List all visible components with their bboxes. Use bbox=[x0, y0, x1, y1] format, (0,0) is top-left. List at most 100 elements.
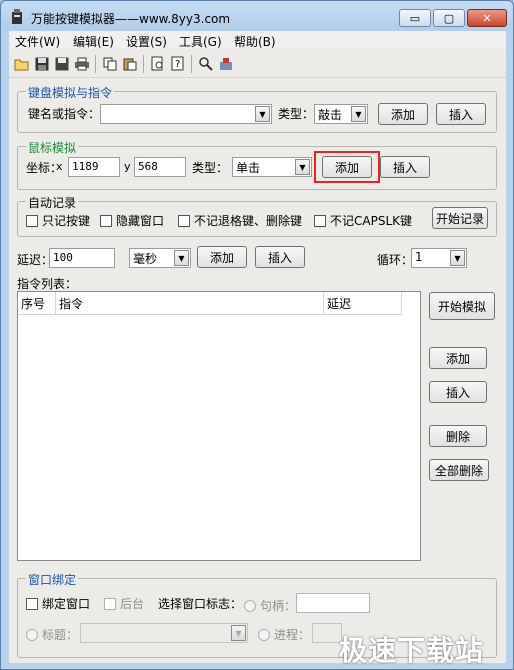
key-name-combo[interactable]: ▼ bbox=[100, 104, 272, 124]
only-keys-checkbox[interactable]: 只记按键 bbox=[26, 212, 90, 229]
select-flag-label: 选择窗口标志： bbox=[158, 597, 243, 611]
chevron-down-icon: ▼ bbox=[351, 106, 366, 122]
maximize-icon: ▢ bbox=[443, 11, 455, 25]
mouse-type-select[interactable]: 单击 ▼ bbox=[232, 157, 312, 177]
menu-edit[interactable]: 编辑(E) bbox=[73, 33, 114, 50]
key-add-button[interactable]: 添加 bbox=[378, 103, 428, 125]
column-header-delay[interactable]: 延迟 bbox=[324, 292, 402, 314]
watermark: 极速下载站 bbox=[339, 634, 485, 667]
loop-select[interactable]: 1 ▼ bbox=[411, 248, 467, 268]
chevron-down-icon: ▼ bbox=[255, 106, 270, 122]
save-as-icon[interactable] bbox=[53, 55, 71, 73]
toolbar-separator bbox=[191, 55, 192, 73]
hide-window-label: 隐藏窗口 bbox=[116, 214, 165, 228]
open-folder-icon[interactable] bbox=[13, 55, 31, 73]
handle-label: 句柄： bbox=[260, 599, 297, 613]
delay-input[interactable]: 100 bbox=[49, 248, 115, 268]
radio-circle bbox=[26, 628, 38, 641]
search-icon[interactable] bbox=[197, 55, 215, 73]
list-delete-button[interactable]: 删除 bbox=[429, 425, 487, 447]
chevron-down-icon: ▼ bbox=[450, 250, 465, 266]
title-bar[interactable]: 万能按键模拟器——www.8yy3.com ▭ ▢ ✕ bbox=[1, 1, 513, 33]
key-insert-button[interactable]: 插入 bbox=[436, 103, 486, 125]
process-radio[interactable]: 进程： bbox=[258, 626, 310, 643]
title-select[interactable]: ▼ bbox=[80, 623, 248, 643]
y-label: y bbox=[124, 160, 131, 173]
handle-radio[interactable]: 句柄： bbox=[244, 597, 296, 614]
key-name-label: 键名或指令： bbox=[28, 107, 101, 121]
help-icon[interactable]: ? bbox=[169, 55, 187, 73]
list-add-button[interactable]: 添加 bbox=[429, 347, 487, 369]
loop-value: 1 bbox=[415, 250, 423, 264]
mouse-group: 鼠标模拟 坐标： x 1189 y 568 类型： 单击 ▼ 添加 插入 bbox=[17, 139, 497, 190]
loop-label: 循环： bbox=[377, 253, 414, 267]
hide-window-checkbox[interactable]: 隐藏窗口 bbox=[100, 212, 164, 229]
ignore-capslock-checkbox[interactable]: 不记CAPSLK键 bbox=[314, 212, 412, 229]
ignore-capslock-label: 不记CAPSLK键 bbox=[330, 214, 412, 228]
only-keys-label: 只记按键 bbox=[42, 214, 91, 228]
background-label: 后台 bbox=[120, 597, 145, 611]
minimize-button[interactable]: ▭ bbox=[399, 9, 431, 27]
chevron-down-icon: ▼ bbox=[295, 159, 310, 175]
app-icon bbox=[12, 9, 22, 24]
background-checkbox[interactable]: 后台 bbox=[104, 595, 144, 612]
radio-circle bbox=[258, 628, 270, 641]
menu-bar: 文件(W) 编辑(E) 设置(S) 工具(G) 帮助(B) bbox=[9, 31, 506, 49]
delete-all-button[interactable]: 全部删除 bbox=[429, 459, 489, 481]
svg-text:?: ? bbox=[175, 59, 180, 70]
checkbox-box bbox=[104, 597, 116, 610]
command-list-header: 序号 指令 延迟 bbox=[18, 292, 402, 315]
mouse-type-label: 类型： bbox=[192, 161, 229, 175]
delay-add-button[interactable]: 添加 bbox=[197, 246, 247, 268]
menu-file[interactable]: 文件(W) bbox=[15, 33, 60, 50]
command-list-label: 指令列表： bbox=[17, 277, 78, 291]
column-header-index[interactable]: 序号 bbox=[18, 292, 56, 314]
paste-icon[interactable] bbox=[121, 55, 139, 73]
y-coord-input[interactable]: 568 bbox=[134, 157, 186, 177]
ignore-backspace-checkbox[interactable]: 不记退格键、删除键 bbox=[178, 212, 302, 229]
mouse-insert-button[interactable]: 插入 bbox=[380, 156, 430, 178]
list-insert-button[interactable]: 插入 bbox=[429, 381, 487, 403]
radio-circle bbox=[244, 599, 256, 612]
close-icon: ✕ bbox=[482, 11, 492, 25]
app-window: 万能按键模拟器——www.8yy3.com ▭ ▢ ✕ 文件(W) 编辑(E) … bbox=[0, 0, 514, 670]
autorecord-group: 自动记录 只记按键 隐藏窗口 不记退格键、删除键 不记CAPSLK键 开始记录 bbox=[17, 194, 497, 237]
mouse-type-value: 单击 bbox=[236, 161, 261, 175]
checkbox-box bbox=[100, 214, 112, 227]
chevron-down-icon: ▼ bbox=[231, 625, 246, 641]
x-coord-input[interactable]: 1189 bbox=[68, 157, 120, 177]
delay-insert-button[interactable]: 插入 bbox=[255, 246, 305, 268]
maximize-button[interactable]: ▢ bbox=[433, 9, 465, 27]
x-label: x bbox=[56, 160, 63, 173]
print-preview-icon[interactable] bbox=[149, 55, 167, 73]
bind-window-checkbox[interactable]: 绑定窗口 bbox=[26, 595, 90, 612]
process-select[interactable] bbox=[312, 623, 342, 643]
autorecord-legend: 自动记录 bbox=[26, 194, 79, 211]
menu-tools[interactable]: 工具(G) bbox=[179, 33, 222, 50]
chevron-down-icon: ▼ bbox=[174, 250, 189, 266]
save-icon[interactable] bbox=[33, 55, 51, 73]
menu-settings[interactable]: 设置(S) bbox=[126, 33, 167, 50]
command-list[interactable]: 序号 指令 延迟 bbox=[17, 291, 421, 561]
title-radio[interactable]: 标题： bbox=[26, 626, 78, 643]
print-icon[interactable] bbox=[73, 55, 91, 73]
close-button[interactable]: ✕ bbox=[467, 9, 507, 27]
delay-unit-select[interactable]: 毫秒 ▼ bbox=[129, 248, 191, 268]
start-simulation-button[interactable]: 开始模拟 bbox=[429, 292, 495, 320]
key-type-select[interactable]: 敲击 ▼ bbox=[314, 104, 368, 124]
highlight-box bbox=[314, 151, 380, 183]
delay-unit-value: 毫秒 bbox=[133, 252, 158, 266]
start-record-button[interactable]: 开始记录 bbox=[432, 207, 488, 229]
column-header-command[interactable]: 指令 bbox=[56, 292, 324, 314]
toolbar: ? bbox=[9, 51, 506, 78]
tools-icon[interactable] bbox=[217, 55, 235, 73]
copy-icon[interactable] bbox=[101, 55, 119, 73]
keyboard-group: 键盘模拟与指令 键名或指令： ▼ 类型： 敲击 ▼ 添加 插入 bbox=[17, 84, 497, 133]
menu-help[interactable]: 帮助(B) bbox=[234, 33, 276, 50]
process-label: 进程： bbox=[274, 628, 311, 642]
mouse-group-legend: 鼠标模拟 bbox=[26, 139, 79, 156]
toolbar-separator bbox=[95, 55, 96, 73]
delay-label: 延迟： bbox=[17, 253, 54, 267]
minimize-icon: ▭ bbox=[409, 11, 421, 25]
handle-input[interactable] bbox=[296, 593, 370, 613]
